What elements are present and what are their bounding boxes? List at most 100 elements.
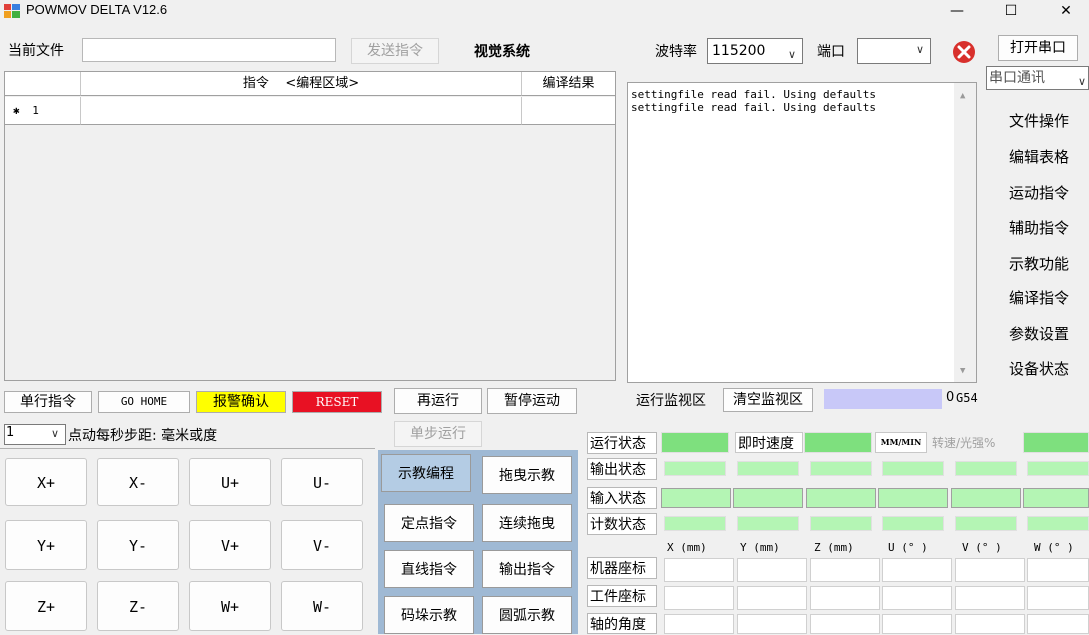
instant-speed-value (804, 432, 872, 453)
arc-teach-button[interactable]: 圆弧示教 (482, 596, 572, 634)
axis-angle-v[interactable] (955, 614, 1025, 634)
machine-coord-v[interactable] (955, 558, 1025, 582)
port-select[interactable]: ∨ (857, 38, 931, 64)
grid-row-header[interactable]: ✱ 1 (5, 97, 81, 125)
reset-button[interactable]: RESET (292, 391, 382, 413)
menu-device-status[interactable]: 设备状态 (1003, 358, 1089, 379)
jog-w-plus-button[interactable]: W+ (189, 581, 271, 631)
work-coord-y[interactable] (737, 586, 807, 610)
send-command-button[interactable]: 发送指令 (351, 38, 439, 64)
menu-teach[interactable]: 示教功能 (1003, 253, 1089, 274)
jog-w-minus-button[interactable]: W- (281, 581, 363, 631)
machine-coord-label: 机器座标 (587, 557, 657, 579)
menu-edit-table[interactable]: 编辑表格 (1003, 146, 1089, 167)
single-cmd-button[interactable]: 单行指令 (4, 391, 92, 413)
menu-aux-cmd[interactable]: 辅助指令 (1003, 217, 1089, 238)
serial-comm-select[interactable]: 串口通讯 ∨ (986, 66, 1089, 90)
jog-x-minus-button[interactable]: X- (97, 458, 179, 506)
menu-compile[interactable]: 编译指令 (1003, 287, 1089, 308)
go-home-button[interactable]: GO HOME (98, 391, 190, 413)
grid-cell-result[interactable] (522, 97, 615, 125)
jog-u-minus-button[interactable]: U- (281, 458, 363, 506)
machine-coord-u[interactable] (882, 558, 952, 582)
jog-z-minus-button[interactable]: Z- (97, 581, 179, 631)
input-bit (733, 488, 803, 508)
count-bit (1027, 516, 1089, 531)
alarm-ack-button[interactable]: 报警确认 (196, 391, 286, 413)
program-grid[interactable]: 指令 <编程区域> 编译结果 ✱ 1 (4, 71, 616, 381)
point-cmd-button[interactable]: 定点指令 (384, 504, 474, 542)
work-coord-u[interactable] (882, 586, 952, 610)
menu-motion-cmd[interactable]: 运动指令 (1003, 182, 1089, 203)
spindle-value (1023, 432, 1089, 453)
chevron-down-icon: ∨ (915, 43, 924, 56)
axis-angle-u[interactable] (882, 614, 952, 634)
output-bit (737, 461, 799, 476)
disconnect-error-icon[interactable] (952, 40, 976, 64)
output-bit (882, 461, 944, 476)
output-state-label: 输出状态 (587, 458, 657, 480)
grid-col-result[interactable]: 编译结果 (522, 72, 615, 96)
menu-params[interactable]: 参数设置 (1003, 323, 1089, 344)
grid-col-command[interactable]: 指令 <编程区域> (81, 72, 522, 96)
close-window-button[interactable]: ✕ (1043, 0, 1089, 22)
jog-z-plus-button[interactable]: Z+ (5, 581, 87, 631)
continuous-drag-button[interactable]: 连续拖曳 (482, 504, 572, 542)
output-bit (664, 461, 726, 476)
log-line: settingfile read fail. Using defaults (631, 88, 877, 101)
grid-cell-command[interactable] (81, 97, 522, 125)
axis-angle-z[interactable] (810, 614, 880, 634)
jog-v-plus-button[interactable]: V+ (189, 520, 271, 570)
work-coord-z[interactable] (810, 586, 880, 610)
jog-step-label: 点动每秒步距: 毫米或度 (68, 428, 218, 444)
monitor-value: 0 (946, 390, 955, 405)
teach-panel: 示教编程 拖曳示教 定点指令 连续拖曳 直线指令 输出指令 码垛示教 圆弧示教 (378, 450, 578, 634)
machine-coord-x[interactable] (664, 558, 734, 582)
axis-angle-w[interactable] (1027, 614, 1089, 634)
log-output[interactable]: settingfile read fail. Using defaults se… (627, 82, 977, 383)
instant-speed-label: 即时速度 (735, 432, 803, 453)
machine-coord-w[interactable] (1027, 558, 1089, 582)
log-scrollbar[interactable]: ▲ ▼ (954, 83, 976, 382)
new-row-icon: ✱ (13, 104, 20, 117)
input-bit (951, 488, 1021, 508)
input-bit (1023, 488, 1089, 508)
jog-u-plus-button[interactable]: U+ (189, 458, 271, 506)
maximize-button[interactable]: ☐ (988, 0, 1034, 22)
work-coord-w[interactable] (1027, 586, 1089, 610)
count-bit (882, 516, 944, 531)
minimize-button[interactable]: — (934, 0, 980, 22)
axis-angle-x[interactable] (664, 614, 734, 634)
vision-system-link[interactable]: 视觉系统 (474, 41, 530, 61)
coordinate-system-label: G54 (956, 391, 978, 405)
rerun-button[interactable]: 再运行 (394, 388, 482, 414)
open-port-button[interactable]: 打开串口 (998, 35, 1078, 61)
scroll-down-icon[interactable]: ▼ (960, 366, 965, 376)
line-cmd-button[interactable]: 直线指令 (384, 550, 474, 588)
pause-button[interactable]: 暂停运动 (487, 388, 577, 414)
baud-rate-select[interactable]: 115200 ∨ (707, 38, 803, 64)
step-run-button[interactable]: 单步运行 (394, 421, 482, 447)
jog-x-plus-button[interactable]: X+ (5, 458, 87, 506)
jog-v-minus-button[interactable]: V- (281, 520, 363, 570)
clear-monitor-button[interactable]: 清空监视区 (723, 388, 813, 412)
work-coord-v[interactable] (955, 586, 1025, 610)
drag-teach-button[interactable]: 拖曳示教 (482, 456, 572, 494)
axis-angle-y[interactable] (737, 614, 807, 634)
scroll-up-icon[interactable]: ▲ (960, 91, 965, 101)
machine-coord-z[interactable] (810, 558, 880, 582)
current-file-input[interactable] (82, 38, 336, 62)
teach-program-button[interactable]: 示教编程 (381, 454, 471, 492)
output-cmd-button[interactable]: 输出指令 (482, 550, 572, 588)
jog-step-value: 1 (6, 425, 15, 440)
jog-step-select[interactable]: 1 ∨ (4, 424, 66, 445)
machine-coord-y[interactable] (737, 558, 807, 582)
jog-y-plus-button[interactable]: Y+ (5, 520, 87, 570)
input-bit (661, 488, 731, 508)
work-coord-x[interactable] (664, 586, 734, 610)
menu-file-ops[interactable]: 文件操作 (1003, 110, 1089, 131)
chevron-down-icon: ∨ (1077, 75, 1086, 88)
run-state-label: 运行状态 (587, 432, 657, 454)
jog-y-minus-button[interactable]: Y- (97, 520, 179, 570)
palletize-teach-button[interactable]: 码垛示教 (384, 596, 474, 634)
